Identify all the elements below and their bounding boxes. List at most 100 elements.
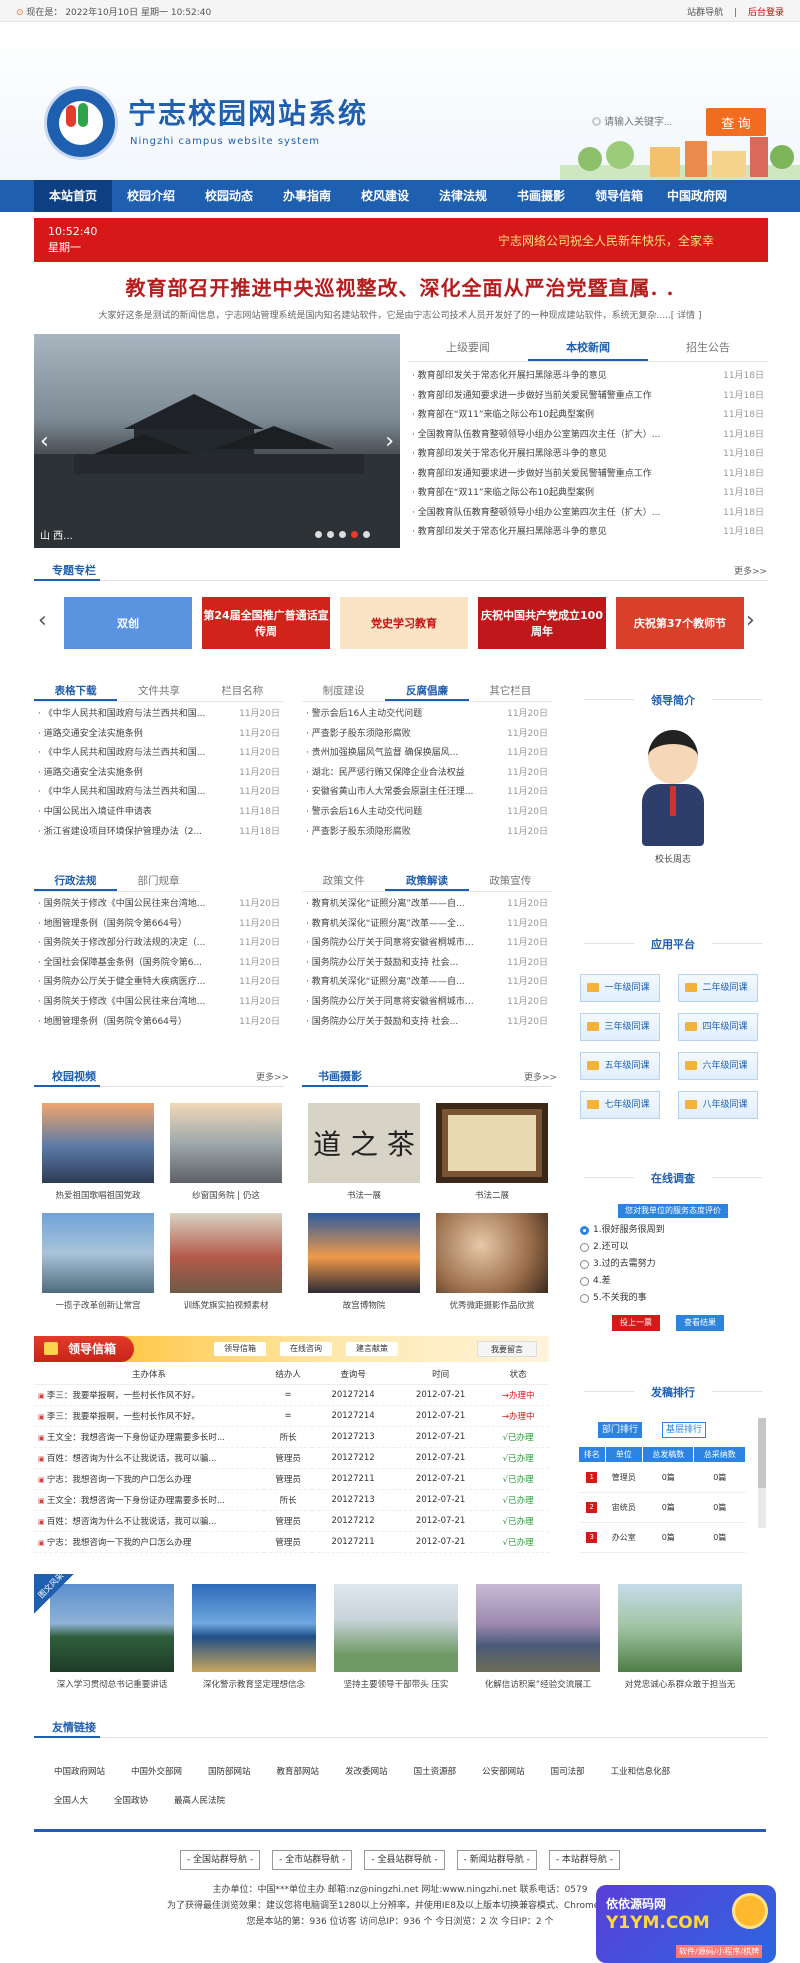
regulation-item[interactable]: 地图管理条例（国务院令第664号） 11月20日 — [34, 1013, 284, 1033]
download-item[interactable]: 道路交通安全法实施条例 11月20日 — [34, 764, 284, 784]
tab-base-rank[interactable]: 基层排行 — [662, 1422, 706, 1438]
app-button[interactable]: 七年级同课 — [580, 1091, 660, 1119]
news-item[interactable]: 教育部在“双11”来临之际公布10起典型案例 11月18日 — [408, 406, 768, 426]
mailbox-row[interactable]: 王文全：我想咨询一下身份证办理需要多长时...所长201272132012-07… — [34, 1489, 549, 1511]
policy-item[interactable]: 国务院办公厅关于鼓励和支持 社会... 11月20日 — [302, 1013, 552, 1033]
news-item[interactable]: 教育部在“双11”来临之际公布10起典型案例 11月18日 — [408, 484, 768, 504]
friend-link[interactable]: 最高人民法院 — [174, 1787, 225, 1816]
news-item[interactable]: 教育部印发关于常态化开展扫黑除恶斗争的意见 11月18日 — [408, 367, 768, 387]
list-item-title[interactable]: 国务院办公厅关于健全重特大疾病医疗... — [38, 973, 206, 993]
write-message-button[interactable]: 我要留言 — [477, 1341, 537, 1357]
photo-caption[interactable]: 书法二展 — [436, 1189, 548, 1201]
mailbox-cell[interactable]: 宁志：我想咨询一下我的户口怎么办理 — [34, 1468, 264, 1490]
nav-item-news[interactable]: 校园动态 — [190, 180, 268, 212]
list-item-title[interactable]: 教育机关深化“证照分离”改革——自... — [306, 973, 465, 993]
list-item-title[interactable]: 《中华人民共和国政府与法兰西共和国... — [38, 744, 206, 764]
radio-icon[interactable] — [580, 1294, 589, 1303]
radio-icon[interactable] — [580, 1260, 589, 1269]
tab-superior-news[interactable]: 上级要闻 — [408, 334, 528, 361]
nav-item-home[interactable]: 本站首页 — [34, 180, 112, 212]
video-thumb[interactable] — [42, 1213, 154, 1293]
tab-policy-docs[interactable]: 政策文件 — [302, 870, 385, 891]
tab-leader-mailbox[interactable]: 领导信箱 — [214, 1342, 266, 1356]
news-item[interactable]: 全国教育队伍教育整顿领导小组办公室第四次主任（扩大）... 11月18日 — [408, 426, 768, 446]
banner-party-100[interactable]: 庆祝中国共产党成立100周年 — [478, 597, 606, 649]
principal-avatar[interactable] — [634, 730, 712, 846]
mailbox-row[interactable]: 宁志：我想咨询一下我的户口怎么办理管理员201272112012-07-21√已… — [34, 1468, 549, 1490]
regulation-item[interactable]: 国务院关于修改部分行政法规的决定（... 11月20日 — [34, 934, 284, 954]
friend-link[interactable]: 发改委网站 — [345, 1758, 388, 1787]
site-group-link[interactable]: 站群导航 — [687, 8, 723, 18]
banner-innovation[interactable]: 双创 — [64, 597, 192, 649]
banner-mandarin-week[interactable]: 第24届全国推广普通话宣传周 — [202, 597, 330, 649]
culture-caption[interactable]: 对党忠诚心系群众敢于担当无 — [618, 1678, 742, 1690]
video-caption[interactable]: 一揽子改革创新让常宫 — [42, 1299, 154, 1311]
slider-dot[interactable] — [363, 531, 370, 538]
friend-link[interactable]: 中国政府网站 — [54, 1758, 105, 1787]
list-item-title[interactable]: 教育机关深化“证照分离”改革——自... — [306, 895, 465, 915]
survey-option[interactable]: 1.很好服务很周到 — [580, 1222, 768, 1239]
friend-link[interactable]: 国防部网站 — [208, 1758, 251, 1787]
search-input[interactable] — [590, 111, 700, 133]
list-item-title[interactable]: 教育部印发通知要求进一步做好当前关爱民警辅警重点工作 — [412, 387, 652, 407]
culture-caption[interactable]: 化解信访积案”经验交流展工 — [476, 1678, 600, 1690]
list-item-title[interactable]: 道路交通安全法实施条例 — [38, 764, 143, 784]
friend-link[interactable]: 国司法部 — [551, 1758, 585, 1787]
headline-title[interactable]: 教育部召开推进中央巡视整改、深化全面从严治党暨直属. . — [0, 272, 800, 301]
tab-admin-regulations[interactable]: 行政法规 — [34, 870, 117, 891]
list-item-title[interactable]: 教育部印发关于常态化开展扫黑除恶斗争的意见 — [412, 367, 607, 387]
tab-system-building[interactable]: 制度建设 — [302, 680, 385, 701]
policy-item[interactable]: 教育机关深化“证照分离”改革——自... 11月20日 — [302, 973, 552, 993]
vote-button[interactable]: 投上一票 — [612, 1315, 660, 1331]
slider-dot[interactable] — [339, 531, 346, 538]
regulation-item[interactable]: 全国社会保障基金条例（国务院令第6... 11月20日 — [34, 954, 284, 974]
list-item-title[interactable]: 全国教育队伍教育整顿领导小组办公室第四次主任（扩大）... — [412, 426, 661, 446]
banner-party-history[interactable]: 党史学习教育 — [340, 597, 468, 649]
photo-item[interactable]: 书法二展 — [436, 1103, 548, 1201]
video-caption[interactable]: 训练党旗实拍视频素材 — [170, 1299, 282, 1311]
photo-caption[interactable]: 书法一展 — [308, 1189, 420, 1201]
photo-thumb[interactable] — [308, 1213, 420, 1293]
regulation-item[interactable]: 国务院关于修改《中国公民往来台湾地... 11月20日 — [34, 895, 284, 915]
culture-thumb[interactable] — [476, 1584, 600, 1672]
list-item-title[interactable]: 安徽省黄山市人大常委会原副主任汪理... — [306, 783, 474, 803]
download-item[interactable]: 《中华人民共和国政府与法兰西共和国... 11月20日 — [34, 705, 284, 725]
regulation-item[interactable]: 地图管理条例（国务院令第664号） 11月20日 — [34, 915, 284, 935]
photo-caption[interactable]: 优秀微距摄影作品欣赏 — [436, 1299, 548, 1311]
app-button[interactable]: 八年级同课 — [678, 1091, 758, 1119]
list-item-title[interactable]: 教育部在“双11”来临之际公布10起典型案例 — [412, 406, 594, 426]
nav-item-style[interactable]: 校风建设 — [346, 180, 424, 212]
slider-dot[interactable] — [315, 531, 322, 538]
tab-other[interactable]: 其它栏目 — [469, 680, 552, 701]
friend-link[interactable]: 教育部网站 — [277, 1758, 320, 1787]
anticorruption-item[interactable]: 严查影子股东须隐形腐败 11月20日 — [302, 823, 552, 843]
list-item-title[interactable]: 浙江省建设项目环境保护管理办法（2... — [38, 823, 202, 843]
photo-thumb[interactable] — [436, 1213, 548, 1293]
photo-item[interactable]: 优秀微距摄影作品欣赏 — [436, 1213, 548, 1311]
download-item[interactable]: 浙江省建设项目环境保护管理办法（2... 11月18日 — [34, 823, 284, 843]
photo-item[interactable]: 故宫博物院 — [308, 1213, 420, 1311]
policy-item[interactable]: 国务院办公厅关于同意将安徽省桐城市 列... 11月20日 — [302, 934, 552, 954]
tab-admission[interactable]: 招生公告 — [648, 334, 768, 361]
list-item-title[interactable]: 教育部印发关于常态化开展扫黑除恶斗争的意见 — [412, 523, 607, 543]
nav-item-law[interactable]: 法律法规 — [424, 180, 502, 212]
slider-dot[interactable] — [327, 531, 334, 538]
select-county-nav[interactable]: - 全县站群导航 - — [364, 1850, 445, 1870]
mailbox-row[interactable]: 宁志：我想咨询一下我的户口怎么办理管理员201272112012-07-21√已… — [34, 1531, 549, 1553]
policy-item[interactable]: 教育机关深化“证照分离”改革——全... 11月20日 — [302, 915, 552, 935]
select-site-nav[interactable]: - 本站群导航 - — [548, 1850, 621, 1870]
nav-item-intro[interactable]: 校园介绍 — [112, 180, 190, 212]
policy-item[interactable]: 国务院办公厅关于鼓励和支持 社会... 11月20日 — [302, 954, 552, 974]
anticorruption-item[interactable]: 警示会后16人主动交代问题 11月20日 — [302, 705, 552, 725]
tab-column-name[interactable]: 栏目名称 — [201, 680, 284, 701]
culture-caption[interactable]: 坚持主要领导干部带头 压实 — [334, 1678, 458, 1690]
video-item[interactable]: 训练党旗实拍视频素材 — [170, 1213, 282, 1311]
list-item-title[interactable]: 教育部印发关于常态化开展扫黑除恶斗争的意见 — [412, 445, 607, 465]
survey-option[interactable]: 3.过的去需努力 — [580, 1256, 768, 1273]
image-slider[interactable]: ‹ › 山 西... — [34, 334, 400, 548]
tab-anti-corruption[interactable]: 反腐倡廉 — [385, 680, 469, 701]
news-item[interactable]: 教育部印发关于常态化开展扫黑除恶斗争的意见 11月18日 — [408, 445, 768, 465]
tab-online-consult[interactable]: 在线咨询 — [280, 1342, 332, 1356]
list-item-title[interactable]: 地图管理条例（国务院令第664号） — [38, 915, 187, 935]
list-item-title[interactable]: 《中华人民共和国政府与法兰西共和国... — [38, 783, 206, 803]
